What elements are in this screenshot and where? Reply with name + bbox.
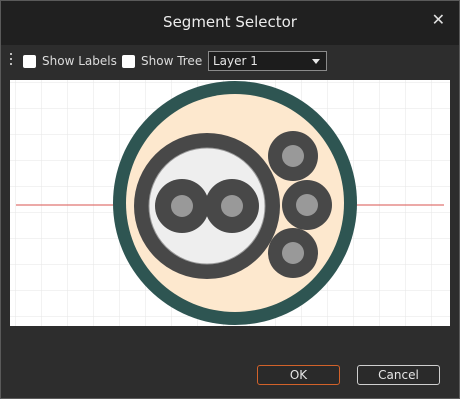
show-labels-label: Show Labels: [42, 54, 117, 68]
toolbar: Show Labels Show Tree Layer 1: [1, 45, 459, 77]
show-tree-checkbox-box[interactable]: [122, 54, 135, 68]
ok-button[interactable]: OK: [257, 365, 340, 385]
satellite-bottom-conductor[interactable]: [282, 242, 304, 264]
show-labels-checkbox[interactable]: Show Labels: [23, 53, 117, 69]
satellite-top-conductor[interactable]: [282, 145, 304, 167]
title-bar: Segment Selector ✕: [1, 1, 459, 45]
show-tree-checkbox[interactable]: Show Tree: [122, 53, 202, 69]
cable-cross-section[interactable]: [10, 80, 450, 326]
close-icon[interactable]: ✕: [432, 10, 445, 29]
show-tree-label: Show Tree: [141, 54, 203, 68]
core-right-conductor[interactable]: [221, 195, 243, 217]
layer-select[interactable]: Layer 1: [208, 51, 327, 71]
segment-canvas[interactable]: [10, 80, 450, 326]
segment-selector-dialog: Segment Selector ✕ Show Labels Show Tree…: [0, 0, 460, 399]
show-labels-checkbox-box[interactable]: [23, 54, 36, 68]
core-left-conductor[interactable]: [171, 195, 193, 217]
layer-select-value: Layer 1: [213, 54, 258, 68]
satellite-middle-conductor[interactable]: [296, 194, 318, 216]
dialog-title: Segment Selector: [163, 13, 297, 31]
cancel-button[interactable]: Cancel: [357, 365, 440, 385]
grip-dots-icon[interactable]: [10, 53, 13, 67]
chevron-down-icon[interactable]: [312, 59, 320, 64]
